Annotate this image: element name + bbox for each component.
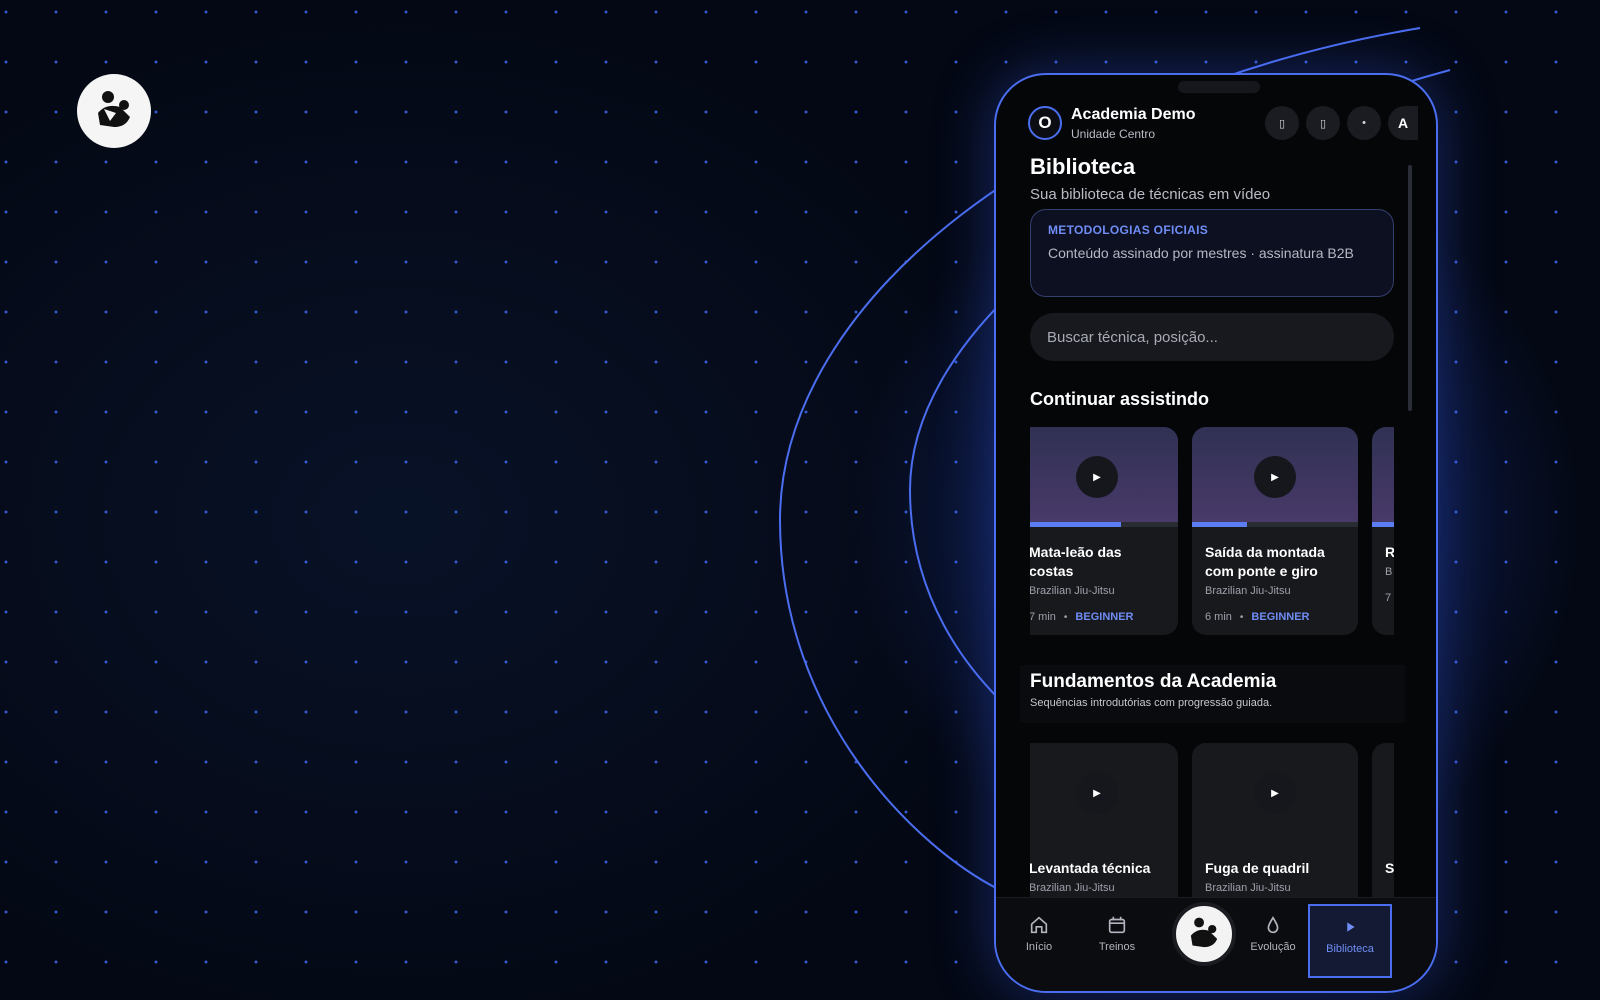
video-thumbnail: ▶ [1030, 743, 1178, 843]
play-icon[interactable]: ▶ [1254, 456, 1296, 498]
nav-label: Biblioteca [1326, 943, 1374, 955]
message-icon: ▯ [1319, 117, 1327, 130]
messages-button[interactable]: ▯ [1306, 106, 1340, 140]
video-duration: 6 min [1205, 611, 1232, 623]
continue-watching-row[interactable]: ▶ Mata-leão das costas Brazilian Jiu-Jit… [1030, 427, 1394, 635]
methodologies-description: Conteúdo assinado por mestres · assinatu… [1048, 245, 1354, 261]
video-level: BEGINNER [1075, 611, 1134, 623]
video-card[interactable]: ▶ Fuga de quadril Brazilian Jiu-Jitsu [1192, 743, 1358, 903]
video-sport: B [1385, 566, 1393, 578]
play-icon[interactable]: ▶ [1254, 772, 1296, 814]
nav-item-inicio[interactable]: Início [1004, 914, 1074, 953]
video-thumbnail: ▶ [1192, 743, 1358, 843]
home-icon [1030, 916, 1048, 934]
calendar-icon [1108, 916, 1126, 934]
drop-icon [1267, 916, 1279, 934]
video-sport: Brazilian Jiu-Jitsu [1205, 585, 1291, 597]
page-title: Biblioteca [1030, 154, 1136, 179]
page-subtitle: Sua biblioteca de técnicas em vídeo [1030, 186, 1271, 203]
play-icon[interactable]: ▶ [1076, 772, 1118, 814]
separator-dot: • [1239, 611, 1244, 623]
bell-icon: ▯ [1278, 117, 1286, 130]
fundamentals-title: Fundamentos da Academia [1030, 671, 1277, 692]
app-header: O Academia Demo Unidade Centro ▯ ▯ • A [1028, 103, 1418, 143]
methodologies-tag: METODOLOGIAS OFICIAIS [1048, 223, 1209, 237]
grappling-icon [1190, 917, 1218, 948]
video-title: S [1385, 860, 1394, 876]
video-sport: Brazilian Jiu-Jitsu [1030, 585, 1115, 597]
nav-label: Treinos [1098, 941, 1136, 953]
video-card[interactable]: ▶ Mata-leão das costas Brazilian Jiu-Jit… [1030, 427, 1178, 635]
video-card[interactable]: S [1372, 743, 1394, 903]
video-duration: 7 min [1030, 611, 1056, 623]
notification-button[interactable]: ▯ [1265, 106, 1299, 140]
video-thumbnail [1372, 427, 1394, 527]
video-sport: Brazilian Jiu-Jitsu [1030, 882, 1115, 894]
play-icon [1347, 922, 1355, 932]
video-thumbnail: ▶ [1030, 427, 1178, 527]
nav-item-evolucao[interactable]: Evolução [1238, 914, 1308, 953]
video-title: R [1385, 543, 1394, 562]
brand-logo [77, 74, 151, 148]
scrollbar[interactable] [1408, 165, 1412, 411]
phone-notch [1178, 81, 1260, 93]
video-level: BEGINNER [1251, 611, 1310, 623]
video-title: Mata-leão das costas [1030, 544, 1122, 579]
bottom-nav: Início Treinos Evolução Biblioteca [996, 897, 1436, 991]
academy-unit: Unidade Centro [1071, 126, 1156, 141]
methodologies-card[interactable]: METODOLOGIAS OFICIAIS Conteúdo assinado … [1030, 209, 1394, 297]
video-card[interactable]: ▶ Saída da montada com ponte e giro Braz… [1192, 427, 1358, 635]
status-button[interactable]: • [1347, 106, 1381, 140]
dot-icon: • [1362, 117, 1366, 129]
fundamentals-row[interactable]: ▶ Levantada técnica Brazilian Jiu-Jitsu … [1030, 743, 1394, 903]
video-thumbnail [1372, 743, 1394, 843]
video-duration: 7 [1385, 592, 1392, 604]
grappling-icon [98, 91, 130, 127]
center-logo-button[interactable] [1172, 902, 1236, 966]
academy-name[interactable]: Academia Demo [1071, 106, 1196, 124]
nav-item-treinos[interactable]: Treinos [1082, 914, 1152, 953]
video-card[interactable]: R B 7 [1372, 427, 1394, 635]
nav-label: Início [1025, 941, 1053, 953]
video-title: Fuga de quadril [1205, 860, 1310, 876]
video-sport: Brazilian Jiu-Jitsu [1205, 882, 1291, 894]
video-title: Levantada técnica [1030, 860, 1151, 876]
progress-bar [1192, 522, 1358, 527]
progress-bar [1030, 522, 1178, 527]
phone-frame: O Academia Demo Unidade Centro ▯ ▯ • A B… [994, 73, 1438, 993]
video-thumbnail: ▶ [1192, 427, 1358, 527]
user-avatar[interactable]: A [1388, 106, 1418, 140]
continue-watching-title: Continuar assistindo [1030, 389, 1210, 409]
search-input[interactable] [1030, 313, 1394, 361]
academy-avatar[interactable]: O [1028, 106, 1062, 140]
nav-label: Evolução [1250, 941, 1296, 953]
video-title: Saída da montada com ponte e giro [1205, 544, 1325, 579]
video-card[interactable]: ▶ Levantada técnica Brazilian Jiu-Jitsu [1030, 743, 1178, 903]
nav-item-biblioteca[interactable]: Biblioteca [1308, 904, 1392, 978]
separator-dot: • [1063, 611, 1068, 623]
fundamentals-subtitle: Sequências introdutórias com progressão … [1030, 697, 1273, 709]
progress-bar [1372, 522, 1394, 527]
play-icon[interactable]: ▶ [1076, 456, 1118, 498]
fundamentals-header: Fundamentos da Academia Sequências intro… [1020, 665, 1405, 723]
